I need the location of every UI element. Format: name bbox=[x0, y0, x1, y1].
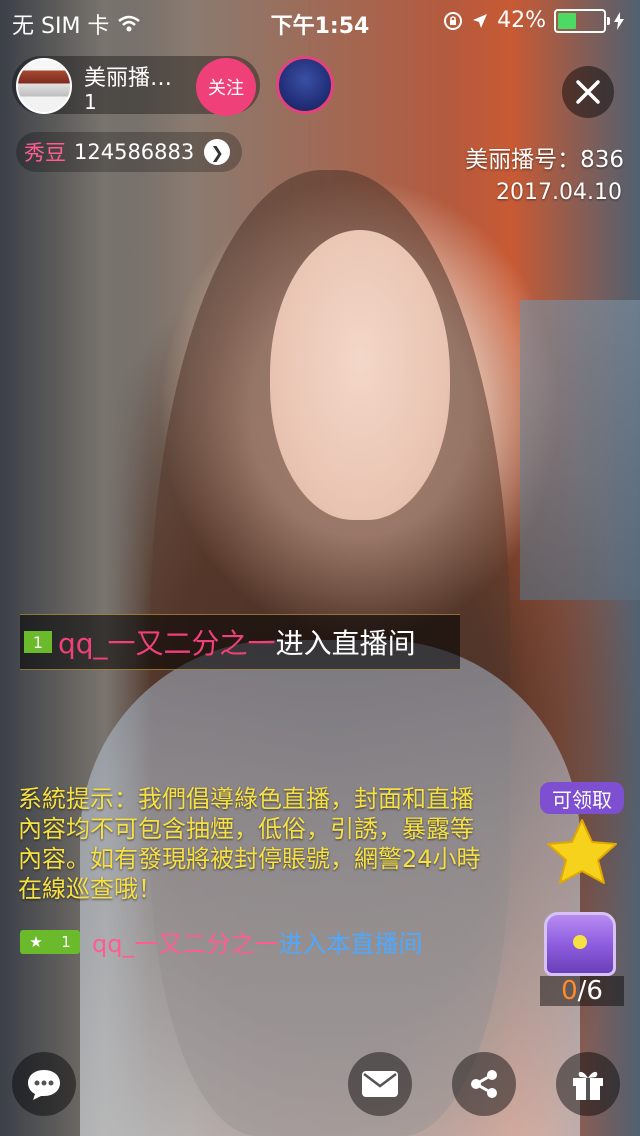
share-icon bbox=[471, 1070, 497, 1098]
star-icon: ★ bbox=[29, 932, 43, 951]
follow-button[interactable]: 关注 bbox=[196, 58, 256, 116]
battery-percent: 42% bbox=[497, 8, 546, 33]
chat-user: qq_一又二分之一 bbox=[92, 930, 279, 958]
room-date: 2017.04.10 bbox=[496, 180, 622, 205]
gift-button[interactable] bbox=[556, 1052, 620, 1116]
background-wall bbox=[520, 300, 640, 600]
host-name: 美丽播… bbox=[84, 66, 173, 91]
host-viewer-count: 1 bbox=[84, 90, 97, 114]
beans-value: 124586883 bbox=[74, 140, 195, 164]
treasure-chest-icon[interactable] bbox=[544, 912, 616, 976]
chevron-right-icon: ❯ bbox=[204, 139, 231, 165]
video-streamer-face bbox=[270, 230, 450, 520]
chat-message: ★ 1 qq_一又二分之一 进入本直播间 bbox=[20, 924, 422, 959]
beans-label: 秀豆 bbox=[24, 141, 66, 165]
viewer-avatar[interactable] bbox=[276, 56, 334, 114]
host-avatar[interactable] bbox=[16, 58, 72, 114]
lock-rotation-icon bbox=[444, 11, 463, 30]
star-icon bbox=[547, 819, 617, 884]
system-notice: 系統提示：我們倡導綠色直播，封面和直播內容均不可包含抽煙，低俗，引誘，暴露等內容… bbox=[18, 785, 481, 903]
location-icon bbox=[473, 13, 488, 28]
charging-bolt-icon bbox=[614, 11, 624, 30]
level-badge: 1 bbox=[24, 631, 52, 653]
message-button[interactable] bbox=[348, 1052, 412, 1116]
chat-level: 1 bbox=[61, 932, 71, 951]
star-reward-button[interactable] bbox=[542, 816, 622, 886]
close-button[interactable] bbox=[562, 66, 614, 118]
mail-icon bbox=[362, 1071, 398, 1097]
chest-counter: 0 /6 bbox=[540, 976, 624, 1006]
claim-reward-badge[interactable]: 可领取 bbox=[540, 782, 624, 814]
gift-icon bbox=[573, 1071, 603, 1100]
enter-banner: 1 qq_一又二分之一 进入直播间 bbox=[20, 614, 460, 670]
status-bar: 无 SIM 卡 下午1:54 42% bbox=[0, 0, 640, 40]
battery-fill bbox=[558, 12, 576, 29]
chest-current: 0 bbox=[561, 976, 578, 1006]
status-right-group: 42% bbox=[443, 8, 624, 33]
beans-pill[interactable]: 秀豆 124586883 ❯ bbox=[16, 132, 242, 172]
enter-banner-user: qq_一又二分之一 bbox=[58, 627, 276, 660]
chat-button[interactable] bbox=[12, 1052, 76, 1116]
battery-icon bbox=[554, 8, 610, 33]
room-number: 美丽播号：836 bbox=[465, 147, 624, 173]
chat-level-badge: ★ 1 bbox=[20, 929, 80, 954]
chat-bubble-icon bbox=[28, 1070, 60, 1100]
chat-text: 进入本直播间 bbox=[278, 930, 423, 958]
enter-banner-text: 进入直播间 bbox=[275, 627, 416, 660]
chest-lock bbox=[573, 935, 587, 949]
share-button[interactable] bbox=[452, 1052, 516, 1116]
close-icon bbox=[576, 80, 600, 104]
chest-total: /6 bbox=[577, 976, 603, 1006]
